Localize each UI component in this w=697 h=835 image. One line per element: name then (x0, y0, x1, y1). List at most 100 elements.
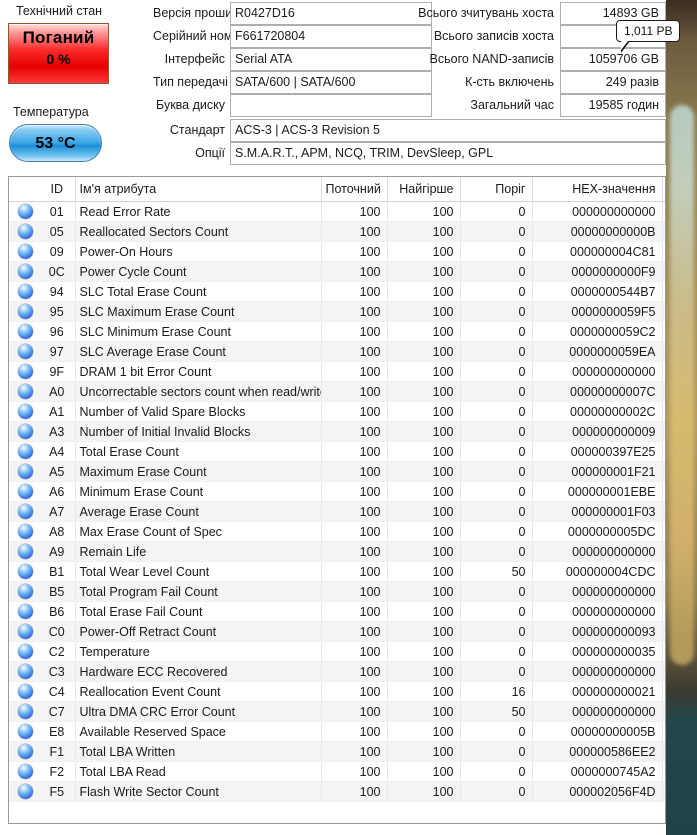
status-orb-icon (9, 381, 41, 402)
cell-attribute-name: Total LBA Written (75, 741, 322, 762)
cell-threshold: 0 (460, 401, 533, 422)
table-row[interactable]: A7 Average Erase Count 100 100 0 000000001F03 (9, 501, 665, 522)
table-row[interactable]: 09 Power-On Hours 100 100 0 000000004C81 (9, 241, 665, 262)
table-row[interactable]: C3 Hardware ECC Recovered 100 100 0 000000000… (9, 661, 665, 682)
table-row[interactable]: A3 Number of Initial Invalid Blocks 100 100… (9, 421, 665, 442)
cell-worst: 100 (387, 341, 461, 362)
cell-current: 100 (321, 761, 388, 782)
cell-current: 100 (321, 601, 388, 622)
cell-worst: 100 (387, 281, 461, 302)
value-serial-number[interactable]: F661720804 (230, 25, 432, 48)
status-orb-icon (9, 361, 41, 382)
status-orb-icon (9, 741, 41, 762)
table-row[interactable]: A0 Uncorrectable sectors count when read/… (9, 381, 665, 402)
cell-worst: 100 (387, 521, 461, 542)
cell-spacer (662, 701, 665, 722)
cell-worst: 100 (387, 681, 461, 702)
cell-current: 100 (321, 241, 388, 262)
table-row[interactable]: 01 Read Error Rate 100 100 0 000000000000 (9, 201, 665, 222)
table-row[interactable]: C7 Ultra DMA CRC Error Count 100 100 50 00000… (9, 701, 665, 722)
table-row[interactable]: B6 Total Erase Fail Count 100 100 0 000000000… (9, 601, 665, 622)
value-total-time[interactable]: 19585 годин (560, 94, 666, 117)
cell-worst: 100 (387, 421, 461, 442)
table-row[interactable]: C0 Power-Off Retract Count 100 100 0 00000000… (9, 621, 665, 642)
cell-threshold: 0 (460, 481, 533, 502)
table-row[interactable]: F1 Total LBA Written 100 100 0 000000586EE2 (9, 741, 665, 762)
table-row[interactable]: B5 Total Program Fail Count 100 100 0 0000000… (9, 581, 665, 602)
value-power-on-count[interactable]: 249 разів (560, 71, 666, 94)
col-header-status[interactable] (9, 177, 41, 202)
cell-attribute-name: Number of Initial Invalid Blocks (75, 421, 322, 442)
table-row[interactable]: 97 SLC Average Erase Count 100 100 0 00000000… (9, 341, 665, 362)
table-row[interactable]: F5 Flash Write Sector Count 100 100 0 0000020… (9, 781, 665, 802)
cell-id: 97 (41, 341, 76, 362)
col-header-id[interactable]: ID (41, 177, 76, 202)
table-row[interactable]: A9 Remain Life 100 100 0 000000000000 (9, 541, 665, 562)
table-row[interactable]: E8 Available Reserved Space 100 100 0 0000000… (9, 721, 665, 742)
cell-worst: 100 (387, 641, 461, 662)
table-row[interactable]: C4 Reallocation Event Count 100 100 16 000000… (9, 681, 665, 702)
status-orb-icon (9, 681, 41, 702)
table-row[interactable]: A4 Total Erase Count 100 100 0 000000397E25 (9, 441, 665, 462)
health-status-text: Поганий (22, 28, 95, 47)
cell-spacer (662, 301, 665, 322)
cell-spacer (662, 541, 665, 562)
cell-spacer (662, 761, 665, 782)
cell-attribute-name: SLC Minimum Erase Count (75, 321, 322, 342)
table-row[interactable]: A6 Minimum Erase Count 100 100 0 000000001EBE (9, 481, 665, 502)
table-row[interactable]: A1 Number of Valid Spare Blocks 100 100 0 000… (9, 401, 665, 422)
table-row[interactable]: 96 SLC Minimum Erase Count 100 100 0 00000000… (9, 321, 665, 342)
table-row[interactable]: 94 SLC Total Erase Count 100 100 0 0000000544… (9, 281, 665, 302)
smart-attributes-panel[interactable]: ID Ім'я атрибута Поточний Найгірше Поріг… (8, 176, 666, 824)
col-header-threshold[interactable]: Поріг (460, 177, 533, 202)
table-row[interactable]: A8 Max Erase Count of Spec 100 100 0 00000000… (9, 521, 665, 542)
table-row[interactable]: F2 Total LBA Read 100 100 0 0000000745A2 (9, 761, 665, 782)
value-standard[interactable]: ACS-3 | ACS-3 Revision 5 (230, 119, 666, 142)
cell-id: C3 (41, 661, 76, 682)
table-row[interactable]: A5 Maximum Erase Count 100 100 0 000000001F21 (9, 461, 665, 482)
cell-threshold: 0 (460, 301, 533, 322)
cell-spacer (662, 741, 665, 762)
col-header-name[interactable]: Ім'я атрибута (75, 177, 322, 202)
status-orb-icon (9, 581, 41, 602)
col-header-current[interactable]: Поточний (321, 177, 388, 202)
cell-hex-value: 000000000021 (532, 681, 663, 702)
cell-attribute-name: Flash Write Sector Count (75, 781, 322, 802)
status-orb-icon (9, 321, 41, 342)
cell-threshold: 0 (460, 661, 533, 682)
cell-current: 100 (321, 681, 388, 702)
cell-spacer (662, 721, 665, 742)
cell-id: E8 (41, 721, 76, 742)
status-orb-icon (9, 621, 41, 642)
cell-spacer (662, 241, 665, 262)
temperature-gauge: 53 °C (9, 124, 102, 162)
value-options[interactable]: S.M.A.R.T., APM, NCQ, TRIM, DevSleep, GP… (230, 142, 666, 165)
value-firmware-version[interactable]: R0427D16 (230, 2, 432, 25)
value-total-nand-writes[interactable]: 1059706 GB (560, 48, 666, 71)
col-header-worst[interactable]: Найгірше (387, 177, 461, 202)
table-row[interactable]: 0C Power Cycle Count 100 100 0 0000000000F9 (9, 261, 665, 282)
table-row[interactable]: 9F DRAM 1 bit Error Count 100 100 0 000000000… (9, 361, 665, 382)
label-total-host-reads: Всього зчитувань хоста (418, 6, 554, 20)
cell-spacer (662, 461, 665, 482)
value-transfer-mode[interactable]: SATA/600 | SATA/600 (230, 71, 432, 94)
cell-spacer (662, 661, 665, 682)
status-orb-icon (9, 541, 41, 562)
label-total-nand-writes: Всього NAND-записів (429, 52, 554, 66)
col-header-hex[interactable]: HEX-значення (532, 177, 663, 202)
cell-threshold: 0 (460, 261, 533, 282)
table-row[interactable]: B1 Total Wear Level Count 100 100 50 00000000… (9, 561, 665, 582)
cell-hex-value: 000000397E25 (532, 441, 663, 462)
cell-threshold: 0 (460, 641, 533, 662)
cell-id: 96 (41, 321, 76, 342)
table-row[interactable]: 05 Reallocated Sectors Count 100 100 0 000000… (9, 221, 665, 242)
table-row[interactable]: 95 SLC Maximum Erase Count 100 100 0 00000000… (9, 301, 665, 322)
cell-current: 100 (321, 421, 388, 442)
cell-threshold: 0 (460, 461, 533, 482)
status-orb-icon (9, 221, 41, 242)
table-row[interactable]: C2 Temperature 100 100 0 000000000035 (9, 641, 665, 662)
value-interface[interactable]: Serial ATA (230, 48, 432, 71)
cell-current: 100 (321, 321, 388, 342)
value-drive-letter[interactable] (230, 94, 432, 117)
cell-id: A6 (41, 481, 76, 502)
